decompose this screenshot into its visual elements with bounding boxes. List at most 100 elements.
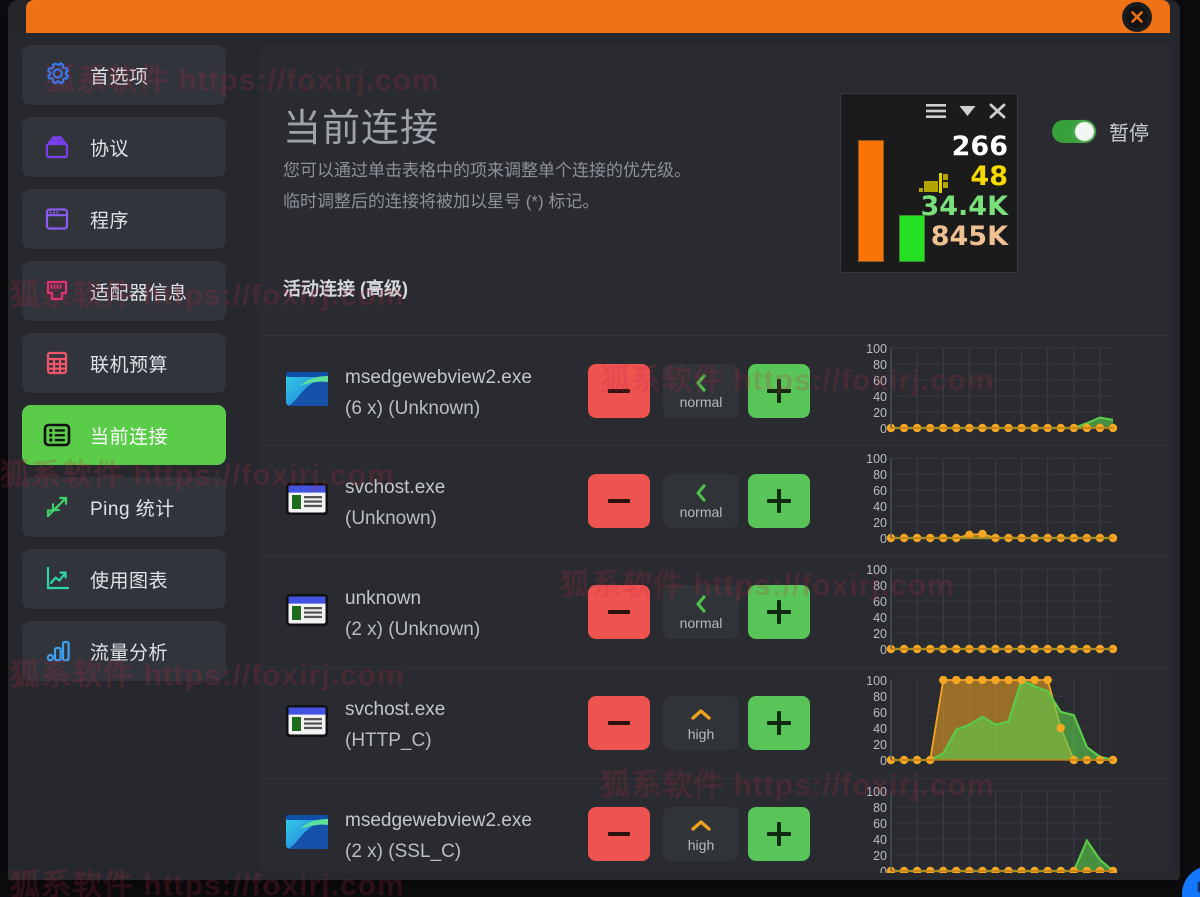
page-description-line-1: 您可以通过单击表格中的项来调整单个连接的优先级。 xyxy=(283,161,691,180)
sidebar-item-preferences[interactable]: 首选项 xyxy=(22,45,226,105)
monitor-value: 48 xyxy=(970,161,1008,192)
sidebar-item-current-conns[interactable]: 当前连接 xyxy=(22,405,226,465)
sidebar-item-label: 首选项 xyxy=(90,66,149,88)
svg-text:60: 60 xyxy=(873,595,887,609)
connection-sparkline-chart: 100 80 60 40 20 0 xyxy=(847,342,1119,440)
main-panel: 当前连接 您可以通过单击表格中的项来调整单个连接的优先级。 临时调整后的连接将被… xyxy=(259,45,1171,873)
ethernet-port-icon xyxy=(38,272,76,310)
svg-text:100: 100 xyxy=(866,454,887,466)
monitor-value: 845K xyxy=(930,221,1008,252)
section-title: 活动连接 (高级) xyxy=(283,279,408,299)
triangle-down-icon[interactable] xyxy=(958,102,977,120)
minus-icon xyxy=(608,721,630,725)
svg-text:0: 0 xyxy=(880,532,887,546)
priority-indicator[interactable]: normal xyxy=(663,585,739,639)
connection-sparkline-chart: 100 80 60 40 20 0 xyxy=(847,785,1119,873)
sidebar-item-usage-charts[interactable]: 使用图表 xyxy=(22,549,226,609)
calculator-icon xyxy=(38,344,76,382)
svg-text:100: 100 xyxy=(866,565,887,577)
svg-text:60: 60 xyxy=(873,817,887,831)
resize-diagonal-icon xyxy=(1197,881,1200,893)
sidebar-item-label: Ping 统计 xyxy=(90,498,175,520)
svg-text:40: 40 xyxy=(873,722,887,736)
sidebar-item-adapter-info[interactable]: 适配器信息 xyxy=(22,261,226,321)
toggle-knob xyxy=(1075,122,1094,141)
sidebar-item-label: 当前连接 xyxy=(90,426,169,448)
connection-sparkline-chart: 100 80 60 40 20 0 xyxy=(847,563,1119,661)
decrease-priority-button[interactable] xyxy=(588,585,650,639)
minus-icon xyxy=(608,499,630,503)
priority-indicator[interactable]: normal xyxy=(663,474,739,528)
table-row[interactable]: svchost.exe (Unknown) normal 100 80 60 40 20 0 xyxy=(259,446,1171,557)
table-row[interactable]: svchost.exe (HTTP_C) high 100 80 60 40 20 0 xyxy=(259,668,1171,779)
page-title: 当前连接 xyxy=(283,108,440,150)
priority-indicator[interactable]: high xyxy=(663,807,739,861)
close-x-icon[interactable] xyxy=(988,102,1007,120)
minus-icon xyxy=(608,389,630,393)
table-row[interactable]: msedgewebview2.exe (6 x) (Unknown) normal 1… xyxy=(259,335,1171,446)
increase-priority-button[interactable] xyxy=(748,474,810,528)
svg-text:80: 80 xyxy=(873,801,887,815)
increase-priority-button[interactable] xyxy=(748,807,810,861)
floating-monitor-widget[interactable]: 266 48 34.4K 845K xyxy=(840,93,1018,273)
decrease-priority-button[interactable] xyxy=(588,364,650,418)
increase-priority-button[interactable] xyxy=(748,696,810,750)
sidebar: 首选项协议程序适配器信息联机预算当前连接 Ping 统计使用图表流量分析 xyxy=(8,33,251,880)
svg-text:0: 0 xyxy=(880,643,887,657)
sidebar-item-label: 适配器信息 xyxy=(90,282,188,304)
table-row[interactable]: unknown (2 x) (Unknown) normal 100 80 60 40 20 0 xyxy=(259,557,1171,668)
svg-text:100: 100 xyxy=(866,344,887,356)
plus-icon-v xyxy=(777,600,781,624)
increase-priority-button[interactable] xyxy=(748,585,810,639)
svg-text:60: 60 xyxy=(873,374,887,388)
svg-text:100: 100 xyxy=(866,787,887,799)
monitor-value: 34.4K xyxy=(920,191,1008,222)
sidebar-item-label: 程序 xyxy=(90,210,130,232)
svg-text:80: 80 xyxy=(873,468,887,482)
decrease-priority-button[interactable] xyxy=(588,474,650,528)
sidebar-item-label: 协议 xyxy=(90,138,130,160)
sidebar-item-traffic-analysis[interactable]: 流量分析 xyxy=(22,621,226,681)
resize-handle[interactable] xyxy=(1182,866,1200,897)
sidebar-item-protocols[interactable]: 协议 xyxy=(22,117,226,177)
svg-text:0: 0 xyxy=(880,754,887,768)
generic-app-icon xyxy=(285,702,329,744)
sidebar-item-programs[interactable]: 程序 xyxy=(22,189,226,249)
priority-indicator[interactable]: normal xyxy=(663,364,739,418)
edge-webview-icon xyxy=(285,370,329,412)
chevron-left-icon xyxy=(693,483,709,503)
pause-label: 暂停 xyxy=(1109,123,1149,145)
page-description: 您可以通过单击表格中的项来调整单个连接的优先级。 临时调整后的连接将被加以星号 … xyxy=(283,155,853,217)
decrease-priority-button[interactable] xyxy=(588,696,650,750)
decrease-priority-button[interactable] xyxy=(588,807,650,861)
minus-icon xyxy=(608,832,630,836)
generic-app-icon xyxy=(285,591,329,633)
sidebar-item-label: 联机预算 xyxy=(90,354,169,376)
chevron-up-icon xyxy=(690,705,712,725)
sidebar-item-online-budget[interactable]: 联机预算 xyxy=(22,333,226,393)
svg-text:40: 40 xyxy=(873,500,887,514)
increase-priority-button[interactable] xyxy=(748,364,810,418)
close-button[interactable] xyxy=(1122,2,1152,32)
priority-label: high xyxy=(687,725,715,742)
priority-label: normal xyxy=(679,614,723,631)
priority-indicator[interactable]: high xyxy=(663,696,739,750)
table-row[interactable]: msedgewebview2.exe (2 x) (SSL_C) high 100 80… xyxy=(259,779,1171,873)
priority-label: high xyxy=(687,836,715,853)
svg-text:60: 60 xyxy=(873,484,887,498)
window-titlebar[interactable] xyxy=(26,0,1170,33)
svg-text:20: 20 xyxy=(873,627,887,641)
svg-text:100: 100 xyxy=(866,676,887,688)
hamburger-icon[interactable] xyxy=(925,102,947,120)
svg-text:0: 0 xyxy=(880,422,887,436)
window-icon xyxy=(38,200,76,238)
svg-text:20: 20 xyxy=(873,516,887,530)
plus-icon-v xyxy=(777,711,781,735)
svg-text:0: 0 xyxy=(880,865,887,873)
pause-toggle[interactable] xyxy=(1052,120,1096,143)
svg-text:20: 20 xyxy=(873,849,887,863)
sidebar-item-ping-stats[interactable]: Ping 统计 xyxy=(22,477,226,537)
edge-webview-icon xyxy=(285,813,329,855)
database-icon xyxy=(38,128,76,166)
chevron-left-icon xyxy=(693,594,709,614)
